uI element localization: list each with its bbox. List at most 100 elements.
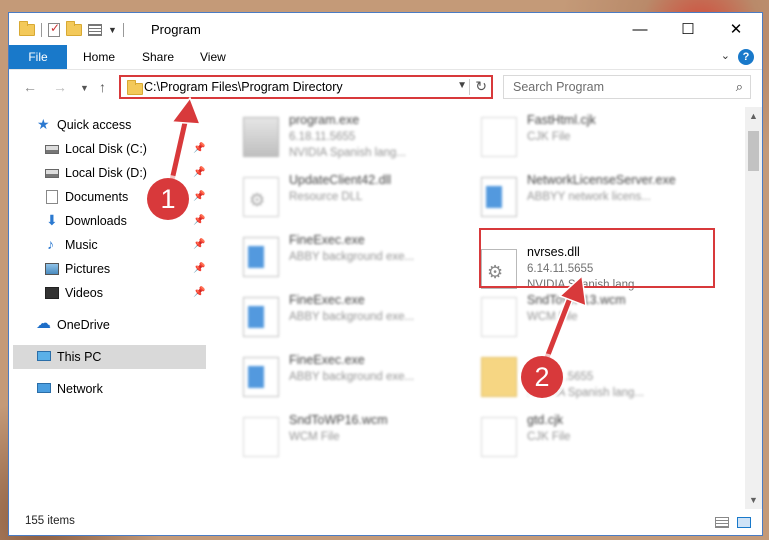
sidebar-item-label: OneDrive (57, 318, 110, 332)
pin-icon: 📌 (193, 143, 206, 154)
pin-icon: 📌 (193, 215, 206, 226)
disk-icon (45, 145, 59, 154)
file-name: UpdateClient42.dll (289, 173, 392, 187)
file-detail: ABBY background exe... (289, 251, 415, 263)
back-arrow-icon[interactable]: ← (23, 79, 37, 95)
documents-icon (46, 190, 58, 204)
file-name: FineExec.exe (289, 353, 365, 367)
file-detail: NVIDIA Spanish lang... (289, 147, 406, 159)
list-item[interactable]: UpdateClient42.dll Resource DLL (233, 169, 471, 225)
file-detail: ABBY background exe... (289, 371, 415, 383)
sidebar-item-pictures[interactable]: Pictures 📌 (9, 257, 206, 281)
sidebar-item-music[interactable]: ♪ Music 📌 (9, 233, 206, 257)
sidebar-item-label: This PC (57, 350, 102, 364)
download-icon: ⬇ (46, 212, 58, 228)
list-item[interactable]: SndToWP13.wcm WCM File (471, 289, 709, 345)
tiles-view-icon[interactable] (737, 517, 751, 528)
computer-icon (37, 351, 51, 361)
file-detail: CJK File (527, 431, 571, 443)
address-divider (469, 79, 470, 95)
list-item[interactable]: FineExec.exe ABBY background exe... (233, 349, 471, 405)
window-title: Program (151, 22, 201, 37)
sidebar-item-videos[interactable]: Videos 📌 (9, 281, 206, 305)
list-item[interactable]: FineExec.exe ABBY background exe... (233, 229, 471, 285)
sidebar-item-onedrive[interactable]: ☁ OneDrive (9, 313, 206, 337)
list-item[interactable]: SndToWP16.wcm WCM File (233, 409, 471, 465)
star-icon: ★ (37, 116, 50, 132)
recent-locations-chevron-icon[interactable]: ▼ (80, 83, 89, 93)
file-detail: Resource DLL (289, 191, 363, 203)
vertical-scrollbar[interactable]: ▲ ▼ (745, 107, 762, 509)
navigation-bar: ← → ▼ ↑ C:\Program Files\Program Directo… (9, 71, 762, 103)
file-icon (243, 417, 279, 457)
sidebar-item-network[interactable]: Network (9, 377, 206, 401)
scrollbar-thumb[interactable] (748, 131, 759, 171)
file-name: NetworkLicenseServer.exe (527, 173, 676, 187)
application-icon (243, 297, 279, 337)
title-bar: ▼ Program — ☐ ✕ (9, 13, 762, 45)
sidebar-item-this-pc[interactable]: This PC (13, 345, 206, 369)
scroll-up-icon[interactable]: ▲ (749, 111, 758, 121)
sidebar-item-quick-access[interactable]: ★ Quick access (9, 113, 206, 137)
status-bar: 155 items (9, 509, 762, 535)
list-item[interactable]: program.exe 6.18.11.5655 NVIDIA Spanish … (233, 109, 471, 165)
list-item[interactable]: FineExec.exe ABBY background exe... (233, 289, 471, 345)
pin-icon: 📌 (193, 167, 206, 178)
file-detail: ABBY background exe... (289, 311, 415, 323)
toolbar-divider (41, 23, 42, 37)
customize-toolbar-chevron-icon[interactable]: ▼ (108, 25, 117, 35)
application-icon (481, 177, 517, 217)
file-detail: WCM File (289, 431, 340, 443)
forward-arrow-icon[interactable]: → (53, 79, 67, 95)
disk-icon (45, 169, 59, 178)
tab-file[interactable]: File (9, 45, 67, 69)
quick-access-toolbar: ▼ (19, 21, 124, 38)
properties-check-icon[interactable] (48, 21, 60, 37)
tab-home[interactable]: Home (83, 45, 115, 69)
tab-share[interactable]: Share (142, 45, 174, 69)
address-path: C:\Program Files\Program Directory (144, 80, 343, 94)
maximize-button[interactable]: ☐ (665, 13, 711, 45)
sidebar-item-label: Local Disk (D:) (65, 166, 147, 180)
close-button[interactable]: ✕ (713, 13, 759, 45)
properties-icon[interactable] (88, 24, 102, 36)
up-arrow-icon[interactable]: ↑ (99, 79, 106, 95)
file-name: FineExec.exe (289, 233, 365, 247)
list-item[interactable]: gtd.cjk CJK File (471, 409, 709, 465)
new-folder-icon[interactable] (66, 21, 82, 36)
file-name: FastHtml.cjk (527, 113, 596, 127)
file-name: gtd.cjk (527, 413, 564, 427)
sidebar-item-label: Quick access (57, 118, 132, 132)
folder-icon (127, 80, 143, 95)
list-item[interactable]: NetworkLicenseServer.exe ABBYY network l… (471, 169, 709, 225)
sidebar-item-local-disk-c[interactable]: Local Disk (C:) 📌 (9, 137, 206, 161)
file-name: FineExec.exe (289, 293, 365, 307)
item-count: 155 items (25, 515, 75, 527)
search-icon[interactable]: ⌕ (736, 79, 743, 95)
pictures-icon (45, 263, 59, 275)
minimize-button[interactable]: — (617, 13, 663, 45)
sidebar-item-label: Network (57, 382, 103, 396)
help-icon[interactable]: ? (738, 49, 754, 65)
list-item[interactable]: FastHtml.cjk CJK File (471, 109, 709, 165)
pin-icon: 📌 (193, 263, 206, 274)
music-icon: ♪ (47, 236, 54, 252)
details-view-icon[interactable] (715, 517, 729, 528)
list-item[interactable]: 6.14.11.5655 NVIDIA Spanish lang... (471, 349, 709, 405)
expand-ribbon-chevron-icon[interactable]: ⌄ (721, 49, 730, 62)
address-bar[interactable]: C:\Program Files\Program Directory ▼ ↻ (119, 75, 493, 99)
refresh-icon[interactable]: ↻ (475, 78, 487, 95)
file-detail: WCM File (527, 311, 578, 323)
sidebar-item-label: Music (65, 238, 98, 252)
sidebar-item-label: Downloads (65, 214, 127, 228)
installer-icon (243, 117, 279, 157)
application-icon (243, 237, 279, 277)
tab-view[interactable]: View (200, 45, 226, 69)
sidebar-item-label: Local Disk (C:) (65, 142, 147, 156)
address-history-chevron-icon[interactable]: ▼ (457, 80, 467, 91)
folder-icon (481, 357, 517, 397)
scroll-down-icon[interactable]: ▼ (749, 495, 758, 505)
navigation-pane: ★ Quick access Local Disk (C:) 📌 Local D… (9, 107, 209, 507)
file-detail: CJK File (527, 131, 571, 143)
search-input[interactable]: Search Program ⌕ (503, 75, 751, 99)
